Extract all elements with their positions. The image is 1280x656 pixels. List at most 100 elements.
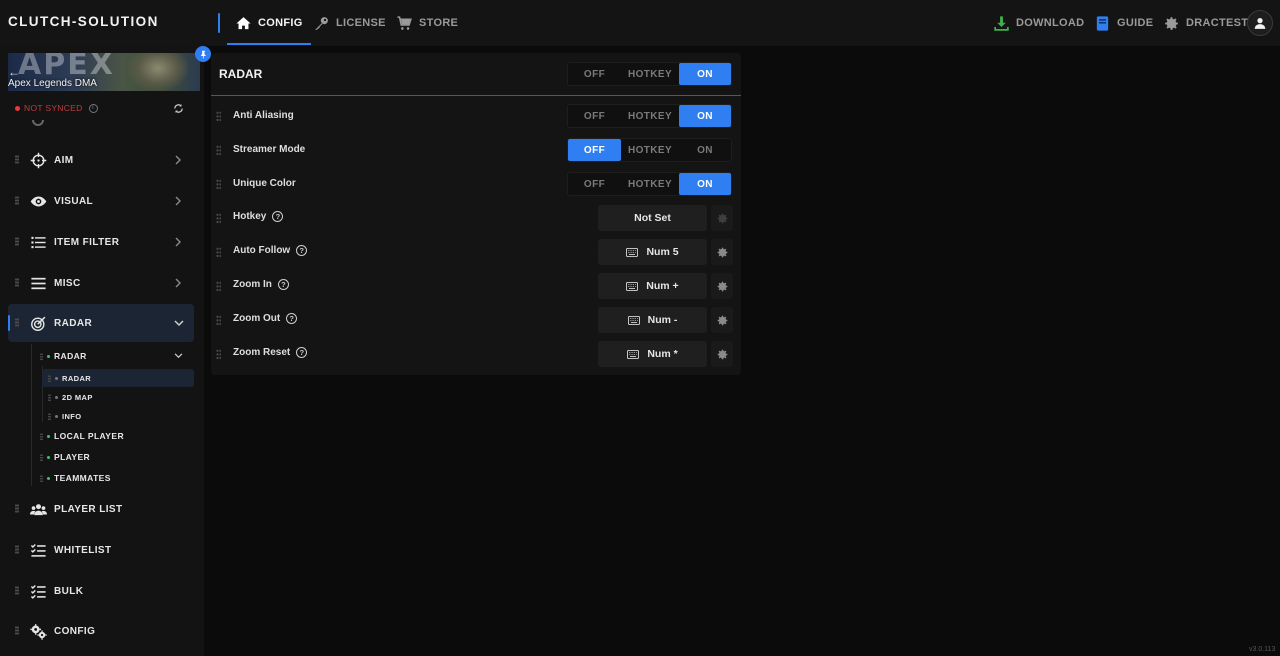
sub-item-radar[interactable]: RADAR <box>42 369 194 387</box>
drag-handle-icon[interactable] <box>15 237 19 246</box>
nav-config-label: CONFIG <box>258 17 303 29</box>
checklist-icon <box>30 543 46 557</box>
tree-line <box>31 344 32 486</box>
nav-license-tab[interactable]: LICENSE <box>313 0 386 46</box>
sub-item-2d-map[interactable]: 2D MAP <box>42 388 194 406</box>
sidebar-item-whitelist[interactable]: WHITELIST <box>8 531 194 569</box>
settings-user-button[interactable]: DRACTEST <box>1163 0 1248 46</box>
zoom-in-settings-button[interactable] <box>711 273 733 299</box>
unique-color-toggle[interactable]: OFF HOTKEY ON <box>567 172 732 196</box>
option-off[interactable]: OFF <box>568 139 621 161</box>
sub-item-info[interactable]: INFO <box>42 407 194 425</box>
drag-handle-icon[interactable] <box>15 155 19 164</box>
option-on[interactable]: ON <box>679 105 731 127</box>
drag-handle-icon[interactable] <box>15 278 19 287</box>
sidebar-item-visual[interactable]: VISUAL <box>8 182 194 220</box>
sync-status: NOT SYNCED i <box>15 103 98 113</box>
zoom-reset-settings-button[interactable] <box>711 341 733 367</box>
help-icon[interactable]: ? <box>286 313 298 324</box>
download-icon <box>994 15 1009 31</box>
sub-item-local-player[interactable]: LOCAL PLAYER <box>34 427 194 445</box>
drag-handle-icon[interactable] <box>216 247 221 258</box>
drag-handle-icon[interactable] <box>216 111 221 122</box>
help-icon[interactable]: ? <box>296 245 308 256</box>
back-arrow-icon[interactable]: ← <box>8 65 20 79</box>
sidebar-item-label: CONFIG <box>54 625 96 637</box>
option-hotkey[interactable]: HOTKEY <box>621 173 679 195</box>
help-icon[interactable]: ? <box>296 347 308 358</box>
hotkey-settings-button[interactable] <box>711 205 733 231</box>
sidebar-item-radar[interactable]: RADAR <box>8 304 194 342</box>
sidebar-item-aim[interactable]: AIM <box>8 141 194 179</box>
radar-master-toggle[interactable]: OFF HOTKEY ON <box>567 62 732 86</box>
download-button[interactable]: DOWNLOAD <box>993 0 1084 46</box>
zoom-out-key-button[interactable]: Num - <box>598 307 707 333</box>
drag-handle-icon[interactable] <box>216 145 221 156</box>
nav-config-tab[interactable]: CONFIG <box>227 0 311 46</box>
key-value: Num - <box>647 314 678 326</box>
sidebar-item-label: RADAR <box>54 317 93 329</box>
drag-handle-icon[interactable] <box>40 432 43 440</box>
option-on[interactable]: ON <box>679 139 731 161</box>
auto-follow-key-button[interactable]: Num 5 <box>598 239 707 265</box>
option-hotkey[interactable]: HOTKEY <box>621 139 679 161</box>
sub-item-teammates[interactable]: TEAMMATES <box>34 469 194 487</box>
drag-handle-icon[interactable] <box>40 474 43 482</box>
zoom-reset-key-button[interactable]: Num * <box>598 341 707 367</box>
help-icon[interactable]: ? <box>277 279 289 290</box>
sidebar-item-item-filter[interactable]: ITEM FILTER <box>8 223 194 261</box>
hotkey-key-button[interactable]: Not Set <box>598 205 707 231</box>
auto-follow-settings-button[interactable] <box>711 239 733 265</box>
sub-item-label: 2D MAP <box>62 392 93 402</box>
drag-handle-icon[interactable] <box>216 213 221 224</box>
drag-handle-icon[interactable] <box>48 393 51 401</box>
keyboard-icon <box>626 247 639 257</box>
sidebar-item-config[interactable]: CONFIG <box>8 612 194 650</box>
drag-handle-icon[interactable] <box>15 626 19 635</box>
drag-handle-icon[interactable] <box>216 179 221 190</box>
sidebar-item-misc[interactable]: MISC <box>8 264 194 302</box>
option-off[interactable]: OFF <box>568 63 621 85</box>
drag-handle-icon[interactable] <box>48 374 51 382</box>
drag-handle-icon[interactable] <box>216 349 221 360</box>
drag-handle-icon[interactable] <box>216 315 221 326</box>
sidebar-item-player-list[interactable]: PLAYER LIST <box>8 490 194 528</box>
option-off[interactable]: OFF <box>568 105 621 127</box>
drag-handle-icon[interactable] <box>15 504 19 513</box>
anti-aliasing-toggle[interactable]: OFF HOTKEY ON <box>567 104 732 128</box>
game-banner[interactable]: APEX ← Apex Legends DMA <box>8 53 200 91</box>
setting-label-text: Zoom Out <box>233 313 281 324</box>
refresh-icon[interactable] <box>173 103 184 114</box>
drag-handle-icon[interactable] <box>15 318 19 327</box>
option-off[interactable]: OFF <box>568 173 621 195</box>
drag-handle-icon[interactable] <box>15 586 19 595</box>
version-label: v3.0.113 <box>1249 646 1276 653</box>
option-on[interactable]: ON <box>679 173 731 195</box>
option-hotkey[interactable]: HOTKEY <box>621 105 679 127</box>
drag-handle-icon[interactable] <box>40 453 43 461</box>
sub-item-label: PLAYER <box>54 452 91 462</box>
nav-store-tab[interactable]: STORE <box>396 0 458 46</box>
sidebar-item-bulk[interactable]: BULK <box>8 572 194 610</box>
drag-handle-icon[interactable] <box>40 352 43 360</box>
sync-status-label: NOT SYNCED <box>24 103 83 113</box>
option-hotkey[interactable]: HOTKEY <box>621 63 679 85</box>
zoom-in-key-button[interactable]: Num + <box>598 273 707 299</box>
drag-handle-icon[interactable] <box>15 545 19 554</box>
avatar[interactable] <box>1247 10 1273 36</box>
streamer-mode-toggle[interactable]: OFF HOTKEY ON <box>567 138 732 162</box>
guide-button[interactable]: GUIDE <box>1094 0 1153 46</box>
drag-handle-icon[interactable] <box>216 281 221 292</box>
sub-item-player[interactable]: PLAYER <box>34 448 194 466</box>
drag-handle-icon[interactable] <box>48 412 51 420</box>
info-icon[interactable]: i <box>88 103 98 113</box>
clipped-menu-icon <box>32 120 44 126</box>
option-on[interactable]: ON <box>679 63 731 85</box>
zoom-out-settings-button[interactable] <box>711 307 733 333</box>
drag-handle-icon[interactable] <box>15 196 19 205</box>
pin-button[interactable] <box>195 46 211 62</box>
banner-character-art <box>128 53 188 91</box>
sub-item-radar-group[interactable]: RADAR <box>34 347 194 365</box>
radar-icon <box>31 316 46 331</box>
help-icon[interactable]: ? <box>272 211 284 222</box>
